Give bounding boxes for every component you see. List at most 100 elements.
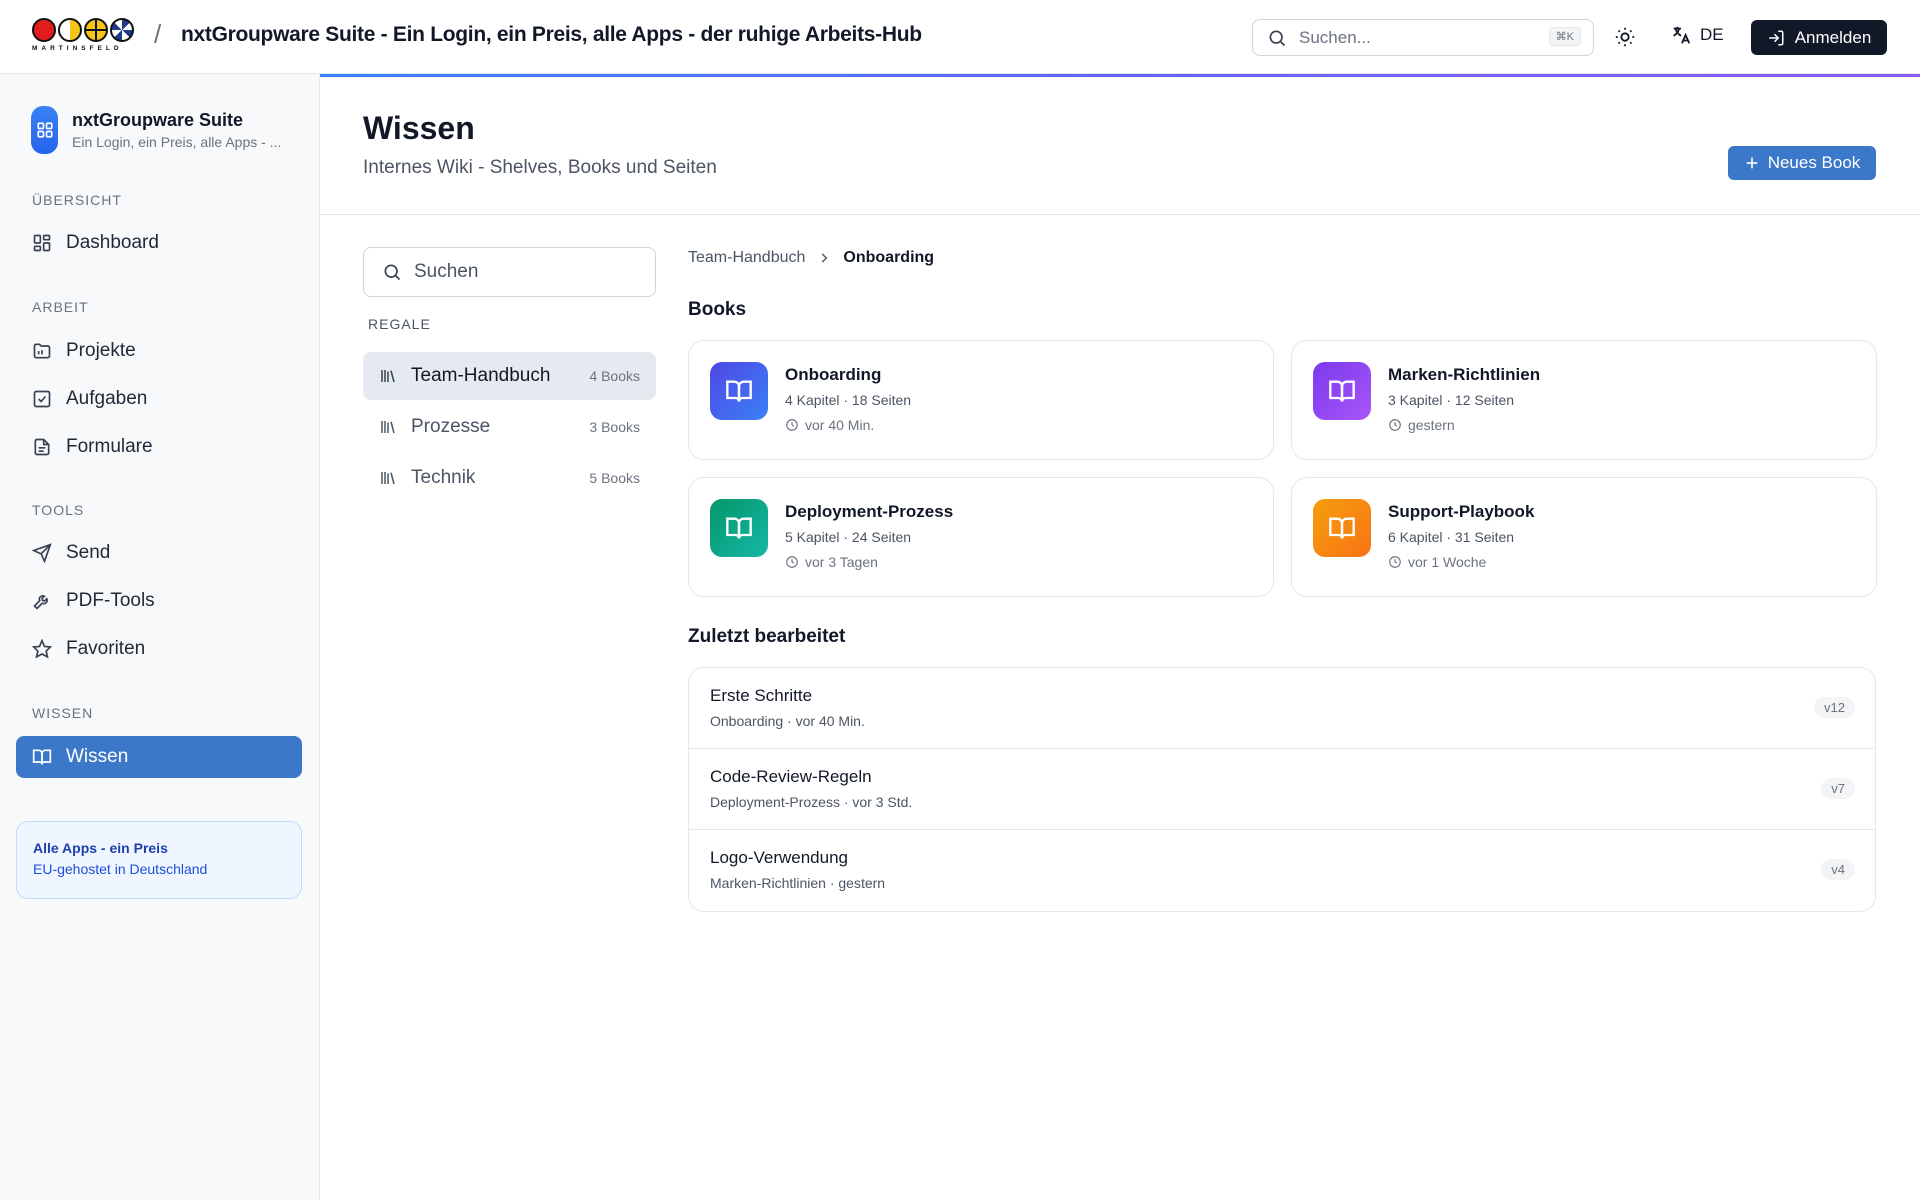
title-separator: / — [154, 19, 162, 49]
recent-item-subtitle: Marken-Richtlinien · gestern — [710, 875, 886, 891]
book-icon — [710, 362, 768, 420]
book-card-deployment-prozess[interactable]: Deployment-Prozess 5 Kapitel · 24 Seiten… — [688, 477, 1274, 597]
language-switcher[interactable]: DE — [1670, 24, 1724, 46]
shelf-search-input[interactable]: Suchen — [363, 247, 656, 297]
book-icon — [1313, 362, 1371, 420]
theme-toggle-button[interactable] — [1612, 24, 1638, 50]
global-search-input[interactable]: Suchen... ⌘K — [1252, 19, 1594, 56]
promo-subtitle: EU-gehostet in Deutschland — [33, 861, 208, 877]
clock-icon — [786, 419, 798, 431]
sidebar-item-label: Projekte — [66, 340, 136, 361]
sidebar-item-pdf-tools[interactable]: PDF-Tools — [32, 587, 155, 615]
logo-red-circle — [32, 18, 56, 42]
new-book-label: Neues Book — [1767, 153, 1861, 172]
section-label-wissen: WISSEN — [32, 705, 94, 721]
sidebar-item-dashboard[interactable]: Dashboard — [32, 229, 159, 257]
breadcrumb-current: Onboarding — [843, 249, 935, 266]
apps-grid-icon — [31, 106, 58, 154]
book-card-onboarding[interactable]: Onboarding 4 Kapitel · 18 Seiten vor 40 … — [688, 340, 1274, 460]
logo-cross-circle — [84, 18, 108, 42]
shelf-search-placeholder: Suchen — [414, 261, 479, 282]
shelf-item-prozesse[interactable]: Prozesse 3 Books — [363, 403, 656, 451]
sidebar-item-label: Formulare — [66, 436, 153, 457]
book-meta: 5 Kapitel · 24 Seiten — [785, 529, 912, 545]
recent-item[interactable]: Logo-Verwendung Marken-Richtlinien · ges… — [689, 830, 1875, 911]
book-updated-text: vor 40 Min. — [805, 417, 875, 433]
books-heading: Books — [688, 299, 747, 320]
sidebar-item-projekte[interactable]: Projekte — [32, 337, 136, 365]
recent-item-title: Logo-Verwendung — [710, 848, 849, 867]
recent-item[interactable]: Code-Review-Regeln Deployment-Prozess · … — [689, 749, 1875, 830]
book-title: Deployment-Prozess — [785, 502, 954, 521]
sidebar-item-formulare[interactable]: Formulare — [32, 433, 153, 461]
page-title: Wissen — [363, 110, 475, 146]
sun-icon — [1615, 27, 1635, 47]
search-icon — [384, 264, 401, 281]
library-icon — [381, 421, 395, 434]
sidebar-item-label: Wissen — [66, 746, 129, 767]
sidebar: nxtGroupware Suite Ein Login, ein Preis,… — [0, 74, 320, 1200]
language-label: DE — [1700, 25, 1724, 44]
accent-gradient-line — [320, 74, 1920, 77]
recent-list: Erste Schritte Onboarding · vor 40 Min. … — [688, 667, 1876, 912]
search-placeholder: Suchen... — [1299, 27, 1371, 47]
logo-yellow-circle — [58, 18, 82, 42]
shelf-item-team-handbuch[interactable]: Team-Handbuch 4 Books — [363, 352, 656, 400]
recent-item-title: Erste Schritte — [710, 686, 813, 705]
dashboard-icon — [33, 234, 51, 252]
search-icon — [1269, 30, 1286, 46]
book-meta: 6 Kapitel · 31 Seiten — [1388, 529, 1515, 545]
breadcrumb-parent[interactable]: Team-Handbuch — [688, 249, 805, 267]
book-open-icon — [32, 749, 52, 765]
book-updated-text: gestern — [1408, 417, 1455, 433]
sidebar-item-favoriten[interactable]: Favoriten — [32, 635, 145, 663]
promo-title: Alle Apps - ein Preis — [33, 840, 168, 856]
page-subtitle: Internes Wiki - Shelves, Books und Seite… — [363, 157, 717, 178]
logo-blue-circle — [110, 18, 134, 42]
clock-icon — [1389, 556, 1401, 568]
suite-brand[interactable]: nxtGroupware Suite Ein Login, ein Preis,… — [31, 106, 281, 154]
shelf-count: 5 Books — [589, 470, 640, 486]
book-card-support-playbook[interactable]: Support-Playbook 6 Kapitel · 31 Seiten v… — [1291, 477, 1877, 597]
checkbox-icon — [33, 390, 51, 408]
new-book-button[interactable]: Neues Book — [1728, 146, 1876, 180]
book-title: Marken-Richtlinien — [1388, 365, 1541, 384]
login-label: Anmelden — [1794, 27, 1872, 47]
book-updated: vor 40 Min. — [785, 417, 874, 433]
clock-icon — [786, 556, 798, 568]
book-icon — [1313, 499, 1371, 557]
sidebar-item-label: Aufgaben — [66, 388, 148, 409]
sidebar-item-label: Favoriten — [66, 638, 146, 659]
book-updated: gestern — [1388, 417, 1455, 433]
book-meta: 3 Kapitel · 12 Seiten — [1388, 392, 1515, 408]
login-button[interactable]: Anmelden — [1751, 20, 1887, 55]
translate-icon — [1673, 26, 1691, 44]
clock-icon — [1389, 419, 1401, 431]
sidebar-item-send[interactable]: Send — [32, 539, 110, 567]
chevron-right-icon — [822, 253, 828, 263]
book-updated: vor 3 Tagen — [785, 554, 878, 570]
page-header — [320, 74, 1920, 215]
shelf-name: Technik — [411, 467, 476, 488]
book-card-marken-richtlinien[interactable]: Marken-Richtlinien 3 Kapitel · 12 Seiten… — [1291, 340, 1877, 460]
recent-heading: Zuletzt bearbeitet — [688, 626, 846, 647]
app-title: nxtGroupware Suite - Ein Login, ein Prei… — [181, 23, 922, 46]
recent-item-title: Code-Review-Regeln — [710, 767, 872, 786]
top-bar: MARTINSFELD / nxtGroupware Suite - Ein L… — [0, 0, 1920, 74]
folder-icon — [33, 343, 51, 359]
pricing-promo-card[interactable]: Alle Apps - ein Preis EU-gehostet in Deu… — [16, 821, 302, 899]
search-shortcut-badge: ⌘K — [1548, 27, 1581, 46]
star-icon — [32, 639, 52, 659]
book-title: Support-Playbook — [1388, 502, 1535, 521]
company-logo[interactable]: MARTINSFELD — [32, 18, 140, 56]
recent-item[interactable]: Erste Schritte Onboarding · vor 40 Min. … — [689, 668, 1875, 749]
sidebar-item-wissen[interactable]: Wissen — [16, 736, 302, 778]
plus-icon — [1746, 157, 1758, 169]
section-label-uebersicht: ÜBERSICHT — [32, 192, 122, 208]
book-updated-text: vor 1 Woche — [1408, 554, 1487, 570]
book-icon — [710, 499, 768, 557]
shelf-item-technik[interactable]: Technik 5 Books — [363, 454, 656, 502]
breadcrumb: Team-Handbuch Onboarding — [688, 249, 934, 267]
library-icon — [381, 370, 395, 383]
sidebar-item-aufgaben[interactable]: Aufgaben — [32, 385, 147, 413]
